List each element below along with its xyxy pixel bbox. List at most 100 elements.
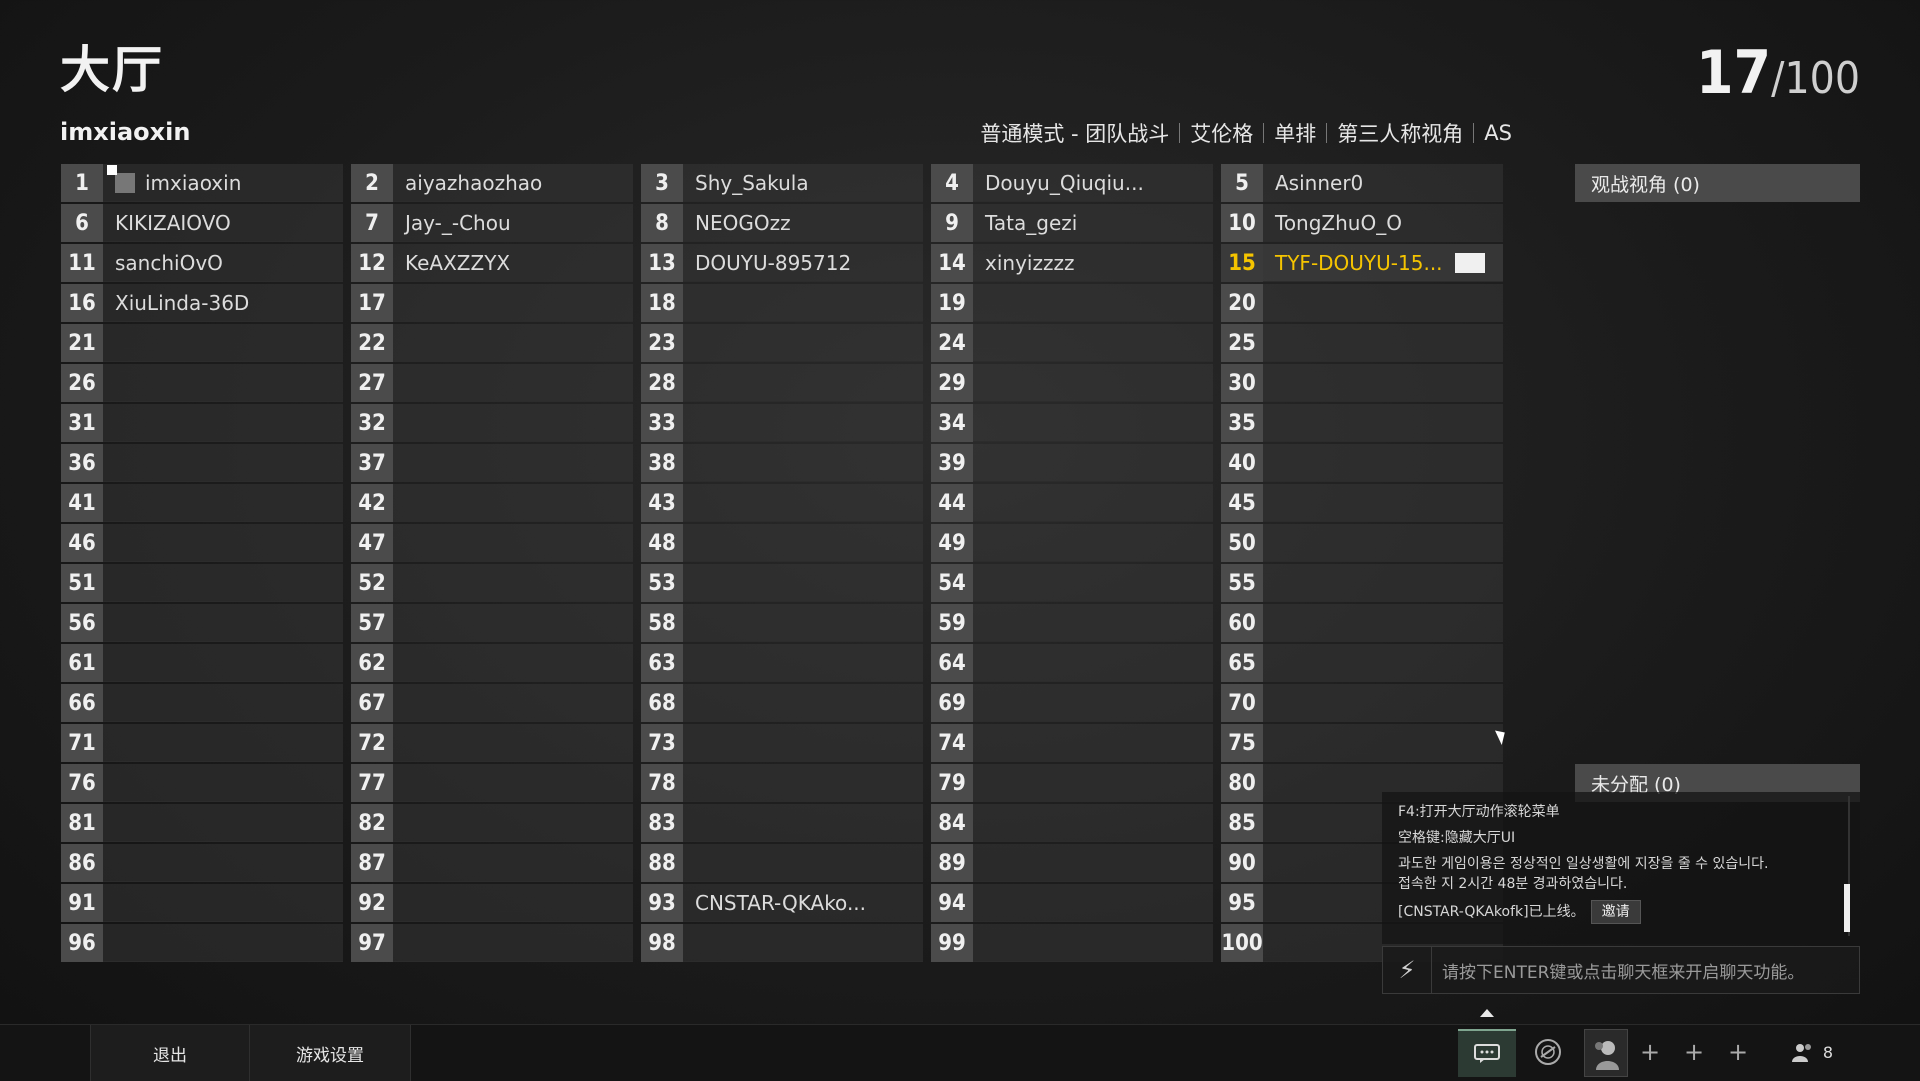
slot-player[interactable] xyxy=(973,564,1213,602)
player-slot[interactable]: 18 xyxy=(641,284,931,322)
slot-player[interactable] xyxy=(1263,644,1503,682)
player-slot[interactable]: 11 sanchiOvO xyxy=(61,244,351,282)
player-slot[interactable]: 46 xyxy=(61,524,351,562)
slot-player[interactable] xyxy=(683,324,923,362)
player-slot[interactable]: 17 xyxy=(351,284,641,322)
player-slot[interactable]: 99 xyxy=(931,924,1221,962)
slot-player[interactable] xyxy=(973,684,1213,722)
slot-player[interactable] xyxy=(973,284,1213,322)
player-slot[interactable]: 60 xyxy=(1221,604,1511,642)
slot-player[interactable] xyxy=(103,924,343,962)
player-slot[interactable]: 86 xyxy=(61,844,351,882)
player-slot[interactable]: 16 XiuLinda-36D xyxy=(61,284,351,322)
player-slot[interactable]: 7 Jay-_-Chou xyxy=(351,204,641,242)
player-slot[interactable]: 83 xyxy=(641,804,931,842)
slot-player[interactable] xyxy=(683,644,923,682)
slot-player[interactable] xyxy=(973,404,1213,442)
player-slot[interactable]: 44 xyxy=(931,484,1221,522)
slot-player[interactable] xyxy=(1263,484,1503,522)
slot-player[interactable] xyxy=(683,604,923,642)
player-slot[interactable]: 49 xyxy=(931,524,1221,562)
slot-player[interactable] xyxy=(973,724,1213,762)
player-slot[interactable]: 29 xyxy=(931,364,1221,402)
player-slot[interactable]: 42 xyxy=(351,484,641,522)
player-slot[interactable]: 38 xyxy=(641,444,931,482)
slot-player[interactable] xyxy=(393,364,633,402)
slot-player[interactable]: TongZhuO_O xyxy=(1263,204,1503,242)
slot-player[interactable] xyxy=(103,724,343,762)
slot-player[interactable] xyxy=(103,804,343,842)
slot-player[interactable] xyxy=(683,804,923,842)
add-party-slot-icon[interactable]: + xyxy=(1674,1029,1714,1075)
player-slot[interactable]: 1 imxiaoxin xyxy=(61,164,351,202)
player-slot[interactable]: 48 xyxy=(641,524,931,562)
player-slot[interactable]: 23 xyxy=(641,324,931,362)
player-slot[interactable]: 66 xyxy=(61,684,351,722)
player-slot[interactable]: 31 xyxy=(61,404,351,442)
slot-player[interactable] xyxy=(103,524,343,562)
add-party-slot-icon[interactable]: + xyxy=(1718,1029,1758,1075)
player-slot[interactable]: 50 xyxy=(1221,524,1511,562)
player-slot[interactable]: 39 xyxy=(931,444,1221,482)
player-slot[interactable]: 58 xyxy=(641,604,931,642)
player-slot[interactable]: 51 xyxy=(61,564,351,602)
player-slot[interactable]: 94 xyxy=(931,884,1221,922)
player-slot[interactable]: 56 xyxy=(61,604,351,642)
player-slot[interactable]: 74 xyxy=(931,724,1221,762)
player-slot[interactable]: 12 KeAXZZYX xyxy=(351,244,641,282)
slot-player[interactable]: xinyizzzz xyxy=(973,244,1213,282)
player-slot[interactable]: 45 xyxy=(1221,484,1511,522)
slot-player[interactable] xyxy=(683,284,923,322)
slot-player[interactable] xyxy=(393,324,633,362)
slot-player[interactable] xyxy=(973,484,1213,522)
player-slot[interactable]: 20 xyxy=(1221,284,1511,322)
player-slot[interactable]: 71 xyxy=(61,724,351,762)
player-slot[interactable]: 77 xyxy=(351,764,641,802)
player-slot[interactable]: 76 xyxy=(61,764,351,802)
slot-player[interactable] xyxy=(683,684,923,722)
player-slot[interactable]: 30 xyxy=(1221,364,1511,402)
player-slot[interactable]: 27 xyxy=(351,364,641,402)
slot-player[interactable] xyxy=(103,884,343,922)
player-slot[interactable]: 69 xyxy=(931,684,1221,722)
player-slot[interactable]: 84 xyxy=(931,804,1221,842)
slot-player[interactable] xyxy=(1263,604,1503,642)
slot-player[interactable]: Tata_gezi xyxy=(973,204,1213,242)
player-slot[interactable]: 57 xyxy=(351,604,641,642)
slot-player[interactable] xyxy=(393,284,633,322)
player-slot[interactable]: 73 xyxy=(641,724,931,762)
player-slot[interactable]: 22 xyxy=(351,324,641,362)
player-slot[interactable]: 24 xyxy=(931,324,1221,362)
slot-player[interactable] xyxy=(973,884,1213,922)
slot-player[interactable] xyxy=(683,764,923,802)
slot-player[interactable] xyxy=(393,804,633,842)
slot-player[interactable] xyxy=(103,844,343,882)
slot-player[interactable] xyxy=(393,684,633,722)
player-slot[interactable]: 14 xinyizzzz xyxy=(931,244,1221,282)
slot-player[interactable] xyxy=(1263,284,1503,322)
chat-input[interactable]: ⚡ 请按下ENTER键或点击聊天框来开启聊天功能。 xyxy=(1382,946,1860,994)
player-slot[interactable]: 87 xyxy=(351,844,641,882)
slot-player[interactable] xyxy=(683,404,923,442)
slot-player[interactable] xyxy=(393,524,633,562)
player-slot[interactable]: 33 xyxy=(641,404,931,442)
slot-player[interactable]: XiuLinda-36D xyxy=(103,284,343,322)
player-slot[interactable]: 28 xyxy=(641,364,931,402)
slot-player[interactable]: sanchiOvO xyxy=(103,244,343,282)
slot-player[interactable] xyxy=(973,804,1213,842)
slot-player[interactable] xyxy=(683,844,923,882)
pass-badge-icon[interactable] xyxy=(1528,1029,1568,1075)
add-party-slot-icon[interactable]: + xyxy=(1630,1029,1670,1075)
player-slot[interactable]: 75 xyxy=(1221,724,1511,762)
slot-player[interactable] xyxy=(393,924,633,962)
player-slot[interactable]: 81 xyxy=(61,804,351,842)
slot-player[interactable] xyxy=(393,404,633,442)
slot-player[interactable]: NEOGOzz xyxy=(683,204,923,242)
invite-button[interactable]: 邀请 xyxy=(1590,900,1641,924)
slot-player[interactable] xyxy=(973,604,1213,642)
player-slot[interactable]: 8 NEOGOzz xyxy=(641,204,931,242)
player-slot[interactable]: 15 TYF-DOUYU-15... xyxy=(1221,244,1511,282)
player-slot[interactable]: 55 xyxy=(1221,564,1511,602)
player-slot[interactable]: 78 xyxy=(641,764,931,802)
slot-player[interactable] xyxy=(683,524,923,562)
